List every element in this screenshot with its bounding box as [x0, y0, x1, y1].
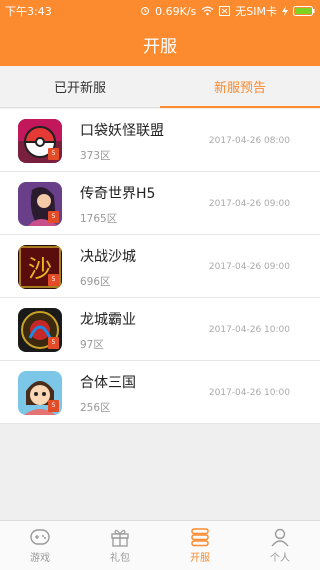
status-time: 下午3:43 — [5, 5, 52, 18]
nav-gifts[interactable]: 礼包 — [80, 521, 160, 570]
open-time: 2017-04-26 10:00 — [208, 325, 290, 335]
no-sim-icon — [219, 6, 231, 16]
gift-icon — [109, 527, 131, 549]
open-time: 2017-04-26 09:00 — [208, 199, 290, 209]
list-item[interactable]: 5 龙城霸业 97区 2017-04-26 10:00 — [0, 298, 320, 361]
sha-city-game-icon: 沙 5 — [18, 245, 62, 289]
network-speed: 0.69K/s — [155, 4, 197, 18]
html5-badge: 5 — [48, 148, 59, 160]
server-number: 1765区 — [80, 213, 118, 225]
server-stack-icon — [189, 527, 211, 549]
legend-world-game-icon: 5 — [18, 182, 62, 226]
html5-badge: 5 — [48, 274, 59, 286]
list-item[interactable]: 5 合体三国 256区 2017-04-26 10:00 — [0, 361, 320, 424]
alarm-icon — [140, 6, 150, 16]
nav-servers[interactable]: 开服 — [160, 521, 240, 570]
server-number: 97区 — [80, 339, 104, 351]
list-item[interactable]: 沙 5 决战沙城 696区 2017-04-26 09:00 — [0, 235, 320, 298]
nav-label: 开服 — [190, 553, 210, 564]
status-bar: 下午3:43 0.69K/s 无SIM卡 — [0, 0, 320, 22]
tab-bar: 已开新服 新服预告 — [0, 66, 320, 108]
server-number: 696区 — [80, 276, 111, 288]
nav-games[interactable]: 游戏 — [0, 521, 80, 570]
wifi-icon — [201, 6, 214, 16]
bottom-nav: 游戏 礼包 开服 个人 — [0, 520, 320, 570]
html5-badge: 5 — [48, 211, 59, 223]
html5-badge: 5 — [48, 400, 59, 412]
tab-label: 新服预告 — [213, 81, 266, 96]
game-name: 龙城霸业 — [80, 312, 136, 328]
tab-opened-servers[interactable]: 已开新服 — [0, 66, 160, 107]
server-number: 373区 — [80, 150, 111, 162]
sim-status: 无SIM卡 — [235, 5, 277, 18]
pokeball-game-icon: 5 — [18, 119, 62, 163]
page-header: 开服 — [0, 22, 320, 66]
list-item[interactable]: 5 口袋妖怪联盟 373区 2017-04-26 08:00 — [0, 109, 320, 172]
html5-badge: 5 — [48, 337, 59, 349]
page-title: 开服 — [143, 36, 177, 57]
gamepad-icon — [29, 527, 51, 549]
game-name: 合体三国 — [80, 375, 136, 391]
three-kingdoms-game-icon: 5 — [18, 371, 62, 415]
server-number: 256区 — [80, 402, 111, 414]
game-name: 传奇世界H5 — [80, 186, 156, 202]
game-name: 决战沙城 — [80, 249, 136, 265]
game-name: 口袋妖怪联盟 — [80, 123, 164, 139]
person-icon — [269, 527, 291, 549]
status-right: 0.69K/s 无SIM卡 — [140, 3, 315, 19]
nav-profile[interactable]: 个人 — [240, 521, 320, 570]
open-time: 2017-04-26 10:00 — [208, 388, 290, 398]
battery-icon — [293, 6, 315, 16]
tab-label: 已开新服 — [53, 81, 106, 96]
nav-label: 游戏 — [30, 553, 50, 564]
list-item[interactable]: 5 传奇世界H5 1765区 2017-04-26 09:00 — [0, 172, 320, 235]
nav-label: 个人 — [270, 553, 290, 564]
dragon-city-game-icon: 5 — [18, 308, 62, 352]
open-time: 2017-04-26 08:00 — [208, 136, 290, 146]
nav-label: 礼包 — [110, 553, 130, 564]
server-list: 5 口袋妖怪联盟 373区 2017-04-26 08:00 5 传奇世界H5 … — [0, 109, 320, 424]
open-time: 2017-04-26 09:00 — [208, 262, 290, 272]
tab-upcoming-servers[interactable]: 新服预告 — [160, 66, 320, 108]
charging-icon — [282, 6, 288, 16]
